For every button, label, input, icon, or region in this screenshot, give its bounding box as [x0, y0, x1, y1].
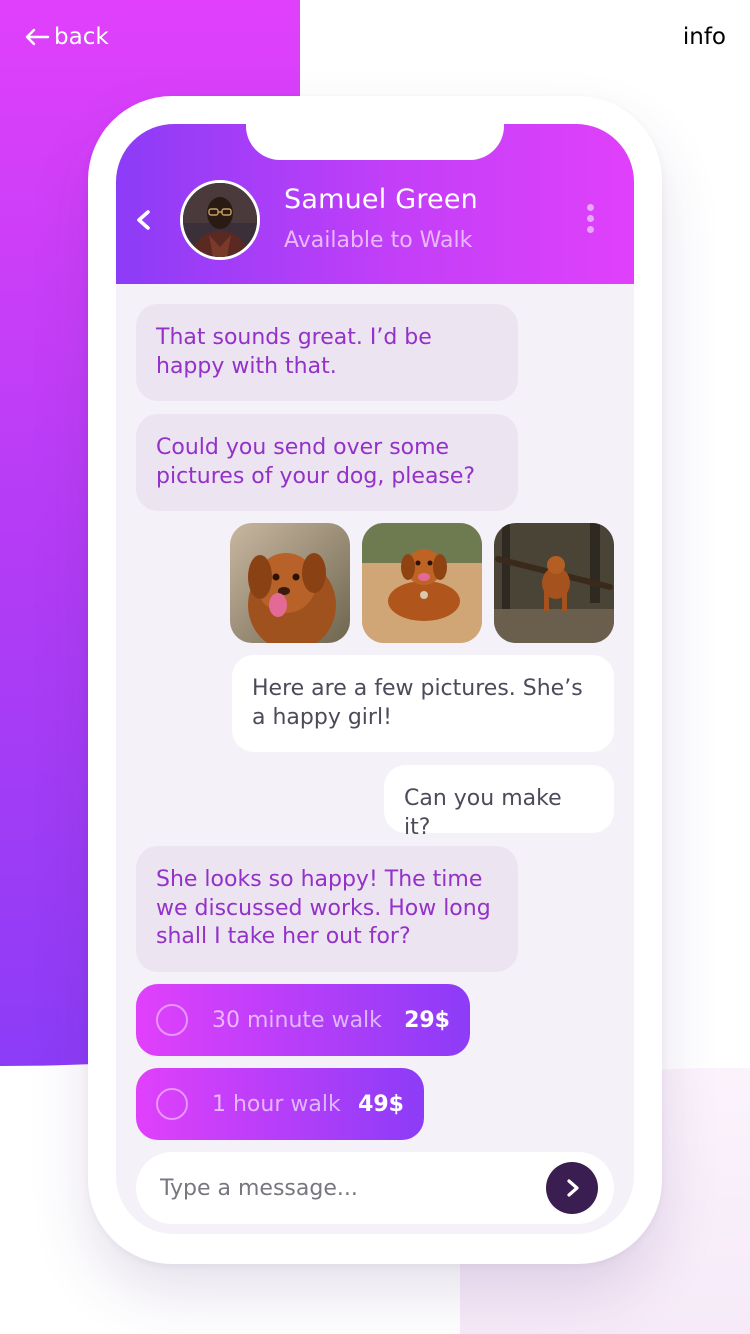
message-bubble-incoming: She looks so happy! The time we discusse…	[136, 846, 518, 972]
message-bubble-incoming: That sounds great. I’d be happy with tha…	[136, 304, 518, 401]
dog-photo[interactable]	[230, 523, 350, 643]
back-link[interactable]: back	[24, 24, 109, 50]
avatar-portrait	[183, 183, 257, 257]
arrow-left-icon	[25, 28, 50, 46]
phone-notch	[246, 124, 504, 160]
walk-option-1-hour[interactable]: 1 hour walk 49$	[136, 1068, 424, 1140]
dog-photo-image	[362, 523, 482, 643]
contact-status: Available to Walk	[284, 228, 473, 253]
contact-name: Samuel Green	[284, 184, 478, 215]
option-label: 1 hour walk	[212, 1091, 341, 1117]
dog-photo-image	[494, 523, 614, 643]
dog-photo-image	[230, 523, 350, 643]
chevron-left-icon[interactable]	[132, 206, 156, 234]
radio-button[interactable]	[156, 1088, 188, 1120]
back-link-label: back	[54, 24, 109, 50]
dog-photo[interactable]	[362, 523, 482, 643]
send-button[interactable]	[546, 1162, 598, 1214]
info-link[interactable]: info	[683, 24, 726, 50]
chevron-right-icon	[567, 1179, 579, 1197]
option-price: 29$	[404, 1007, 450, 1033]
message-input[interactable]	[160, 1170, 530, 1206]
option-label: 30 minute walk	[212, 1007, 382, 1033]
message-bubble-outgoing: Here are a few pictures. She’s a happy g…	[232, 655, 614, 752]
radio-button[interactable]	[156, 1004, 188, 1036]
more-options-icon[interactable]	[584, 204, 596, 238]
chat-screen: Samuel Green Available to Walk That soun…	[116, 124, 634, 1234]
avatar[interactable]	[180, 180, 260, 260]
phone-frame: Samuel Green Available to Walk That soun…	[88, 96, 662, 1264]
walk-option-30-min[interactable]: 30 minute walk 29$	[136, 984, 470, 1056]
message-bubble-incoming: Could you send over some pictures of you…	[136, 414, 518, 511]
message-bubble-outgoing: Can you make it?	[384, 765, 614, 840]
option-price: 49$	[358, 1091, 404, 1117]
message-composer	[136, 1152, 614, 1224]
dog-photo[interactable]	[494, 523, 614, 643]
